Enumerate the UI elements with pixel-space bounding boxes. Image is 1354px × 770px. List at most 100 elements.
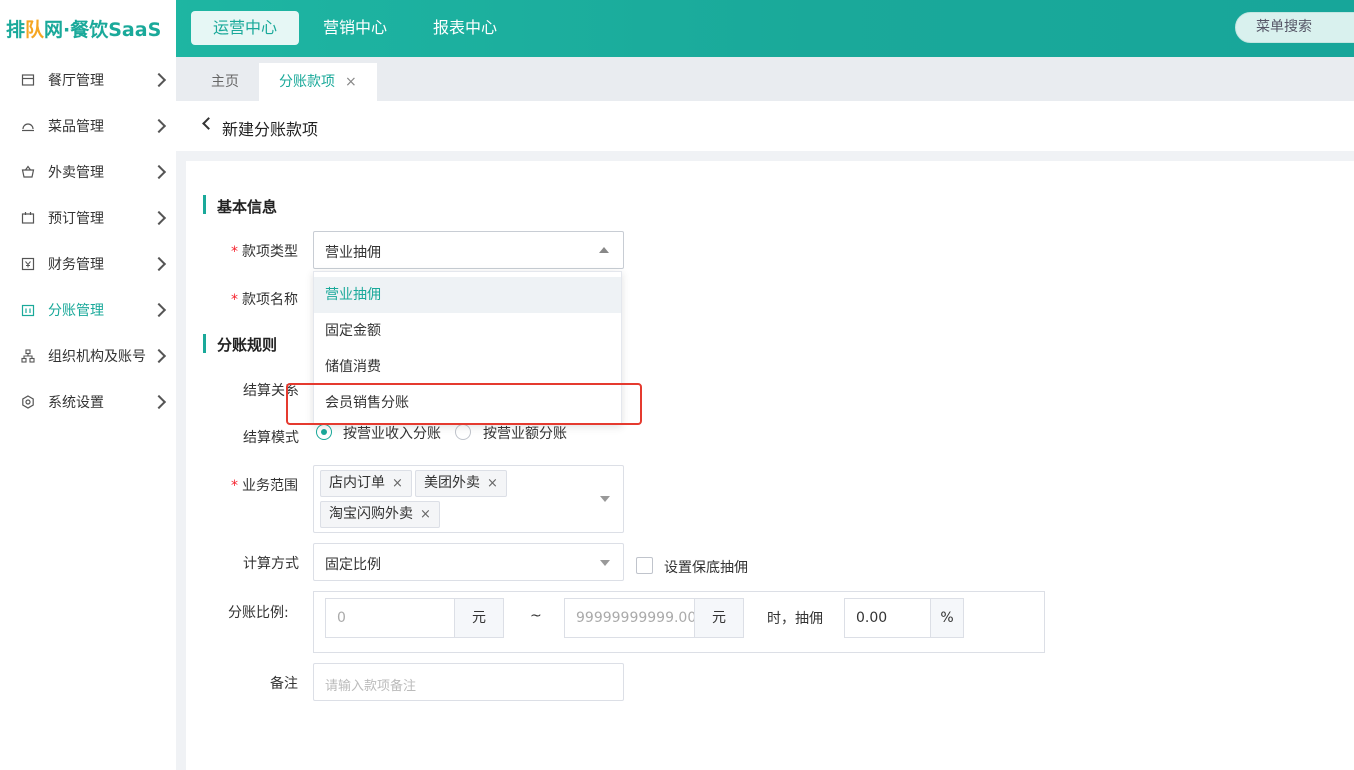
- settle-mode-option-income[interactable]: 按营业收入分账: [343, 423, 441, 443]
- chevron-right-icon: [151, 348, 167, 364]
- scope-label-text: 业务范围: [242, 478, 298, 494]
- ratio-label: 分账比例:: [228, 605, 289, 621]
- finance-icon: [21, 257, 35, 271]
- store-icon: [21, 73, 35, 87]
- logo-mark: 队: [25, 19, 45, 41]
- calendar-icon: [21, 211, 35, 225]
- close-icon[interactable]: ×: [392, 476, 403, 491]
- type-label-text: 款项类型: [242, 244, 298, 260]
- settings-icon: [21, 395, 35, 409]
- tab-label: 分账款项: [279, 74, 335, 90]
- dropdown-option[interactable]: 储值消费: [314, 349, 621, 385]
- dropdown-option[interactable]: 会员销售分账: [314, 385, 621, 421]
- type-select-value: 营业抽佣: [325, 245, 381, 261]
- scope-tag-label: 淘宝闪购外卖: [329, 506, 413, 522]
- settle-mode-radio-income[interactable]: [316, 424, 332, 440]
- type-dropdown-menu: 营业抽佣 固定金额 储值消费 会员销售分账: [313, 271, 622, 425]
- topnav-reports[interactable]: 报表中心: [411, 11, 519, 45]
- settle-relation-label: 结算关系: [243, 383, 299, 399]
- required-mark: *: [231, 292, 238, 308]
- calc-label: 计算方式: [243, 556, 299, 572]
- menu-search-input[interactable]: 菜单搜索: [1235, 12, 1354, 43]
- dropdown-option[interactable]: 营业抽佣: [314, 277, 621, 313]
- sidebar-item-label: 分账管理: [48, 303, 104, 319]
- sidebar-item-label: 菜品管理: [48, 119, 104, 135]
- chevron-right-icon: [151, 394, 167, 410]
- calc-select-value: 固定比例: [325, 557, 381, 573]
- sidebar: 餐厅管理 菜品管理 外卖管理 预订管理 财务管理 分账管理 组织机构及账号 系统…: [0, 57, 176, 770]
- remark-placeholder: 请输入款项备注: [325, 679, 417, 694]
- sidebar-item-label: 餐厅管理: [48, 73, 104, 89]
- ratio-min-input[interactable]: 0: [325, 598, 455, 638]
- remark-label: 备注: [270, 676, 298, 692]
- name-label: * 款项名称: [231, 289, 298, 309]
- tab-home[interactable]: 主页: [191, 63, 259, 101]
- sidebar-item-label: 系统设置: [48, 395, 104, 411]
- type-label: * 款项类型: [231, 241, 298, 261]
- topnav-marketing[interactable]: 营销中心: [301, 11, 409, 45]
- sidebar-item-reservation[interactable]: 预订管理: [0, 195, 176, 241]
- split-icon: [21, 303, 35, 317]
- name-label-text: 款项名称: [242, 292, 298, 308]
- scope-tag: 美团外卖 ×: [415, 470, 507, 497]
- chevron-right-icon: [151, 72, 167, 88]
- calc-select[interactable]: 固定比例: [313, 543, 624, 581]
- caret-down-icon: [600, 560, 610, 566]
- chevron-right-icon: [151, 210, 167, 226]
- ratio-max-unit: 元: [694, 598, 744, 638]
- dropdown-option[interactable]: 固定金额: [314, 313, 621, 349]
- ratio-min-unit: 元: [454, 598, 504, 638]
- org-icon: [21, 349, 35, 363]
- scope-multiselect[interactable]: 店内订单 × 美团外卖 × 淘宝闪购外卖 ×: [313, 465, 624, 533]
- tab-split-items[interactable]: 分账款项 ×: [259, 63, 377, 101]
- settle-mode-label: 结算模式: [243, 430, 299, 446]
- section-marker: [203, 195, 206, 214]
- close-icon[interactable]: ×: [487, 476, 498, 491]
- sidebar-item-label: 组织机构及账号: [48, 349, 146, 365]
- min-commission-label[interactable]: 设置保底抽佣: [664, 557, 748, 577]
- close-icon[interactable]: ×: [420, 507, 431, 522]
- page-title: 新建分账款项: [222, 120, 319, 139]
- dish-icon: [21, 119, 35, 133]
- sidebar-item-finance[interactable]: 财务管理: [0, 241, 176, 287]
- ratio-max-input[interactable]: 99999999999.00: [564, 598, 695, 638]
- top-nav: 运营中心 营销中心 报表中心: [191, 11, 521, 45]
- caret-up-icon: [599, 247, 609, 253]
- sidebar-item-org[interactable]: 组织机构及账号: [0, 333, 176, 379]
- ratio-when-text: 时，抽佣: [767, 611, 823, 627]
- ratio-rate-input[interactable]: 0.00: [844, 598, 931, 638]
- sidebar-item-settings[interactable]: 系统设置: [0, 379, 176, 425]
- sidebar-item-restaurant[interactable]: 餐厅管理: [0, 57, 176, 103]
- remark-input[interactable]: 请输入款项备注: [313, 663, 624, 701]
- close-icon[interactable]: ×: [345, 74, 357, 90]
- caret-down-icon: [600, 496, 610, 502]
- topnav-operations[interactable]: 运营中心: [191, 11, 300, 45]
- sidebar-item-takeout[interactable]: 外卖管理: [0, 149, 176, 195]
- settle-mode-option-turnover[interactable]: 按营业额分账: [483, 423, 567, 443]
- scope-tag: 店内订单 ×: [320, 470, 412, 497]
- logo-prefix: 排: [6, 19, 26, 41]
- type-select[interactable]: 营业抽佣: [313, 231, 624, 269]
- basket-icon: [21, 165, 35, 179]
- required-mark: *: [231, 244, 238, 260]
- chevron-right-icon: [151, 118, 167, 134]
- section-title-basic: 基本信息: [217, 198, 278, 216]
- sidebar-item-dish[interactable]: 菜品管理: [0, 103, 176, 149]
- ratio-percent-unit: %: [930, 598, 964, 638]
- tab-strip: 主页 分账款项 ×: [176, 57, 1354, 101]
- section-marker: [203, 334, 206, 353]
- section-title-rules: 分账规则: [217, 336, 278, 354]
- scope-tag-label: 美团外卖: [424, 475, 480, 491]
- chevron-right-icon: [151, 302, 167, 318]
- sidebar-item-split[interactable]: 分账管理: [0, 287, 176, 333]
- min-commission-checkbox[interactable]: [636, 557, 653, 574]
- top-bar: 排队网·餐饮SaaS 运营中心 营销中心 报表中心 菜单搜索: [0, 0, 1354, 57]
- scope-tag: 淘宝闪购外卖 ×: [320, 501, 440, 528]
- brand-logo[interactable]: 排队网·餐饮SaaS: [0, 0, 176, 57]
- chevron-right-icon: [151, 256, 167, 272]
- ratio-separator: ~: [530, 608, 542, 624]
- back-arrow-icon[interactable]: [202, 117, 215, 130]
- settle-mode-radio-turnover[interactable]: [455, 424, 471, 440]
- sidebar-item-label: 财务管理: [48, 257, 104, 273]
- logo-suffix: 网·餐饮SaaS: [44, 19, 162, 41]
